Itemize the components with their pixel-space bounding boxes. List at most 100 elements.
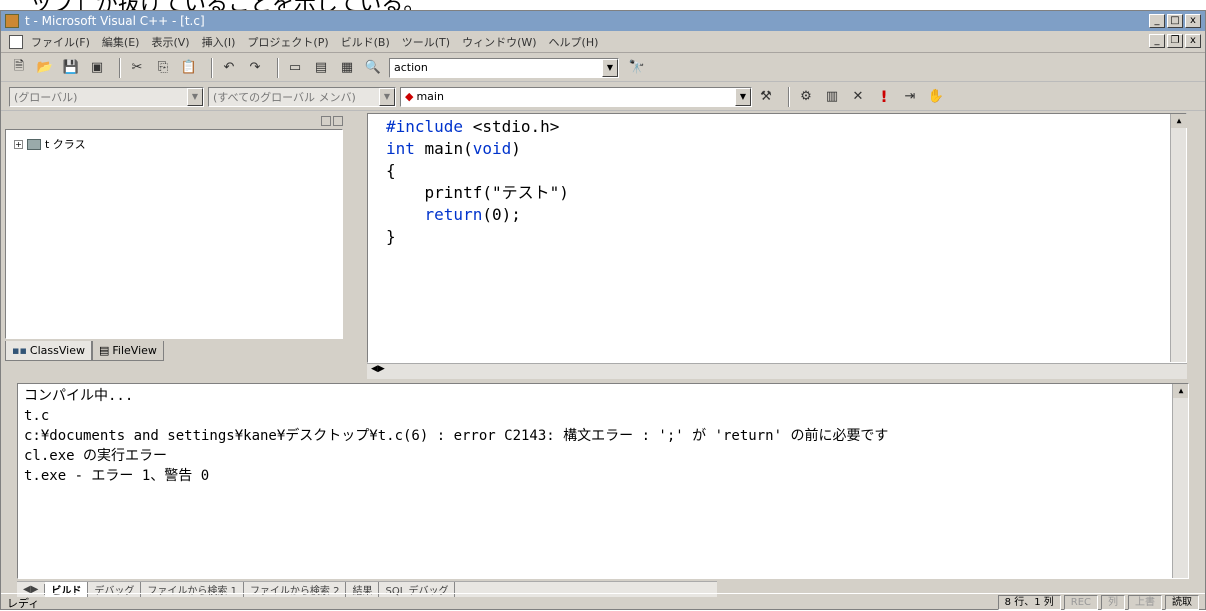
classview-icon: ▪▪	[12, 344, 27, 357]
undo-icon[interactable]: ↶	[219, 58, 239, 78]
status-bar: レディ 8 行、1 列 REC 列 上書 読取	[1, 593, 1205, 611]
code-token-void: void	[472, 139, 512, 158]
code-line: printf("テスト")	[386, 183, 569, 202]
code-line: }	[386, 227, 396, 246]
stop-build-icon[interactable]: ✕	[848, 87, 868, 107]
find-combo[interactable]: action ▼	[389, 57, 619, 78]
build-icon[interactable]: ▥	[822, 87, 842, 107]
chevron-down-icon[interactable]: ▼	[187, 87, 203, 106]
minimize-button[interactable]: _	[1149, 14, 1165, 28]
save-all-icon[interactable]: ▣	[87, 58, 107, 78]
find-in-files-icon[interactable]: 🔍	[363, 58, 383, 78]
function-icon: ◆	[405, 90, 414, 103]
editor-vertical-scrollbar[interactable]: ▲	[1170, 114, 1187, 362]
tab-classview-label: ClassView	[29, 344, 85, 357]
tab-classview[interactable]: ▪▪ ClassView	[5, 341, 92, 361]
maximize-button[interactable]: □	[1167, 14, 1183, 28]
window-list-icon[interactable]: ▦	[337, 58, 357, 78]
toolbar-separator	[119, 57, 121, 78]
classes-icon	[27, 138, 41, 150]
close-button[interactable]: x	[1185, 14, 1201, 28]
code-token-int: int	[386, 139, 415, 158]
menu-window[interactable]: ウィンドウ(W)	[462, 34, 536, 50]
redo-icon[interactable]: ↷	[245, 58, 265, 78]
tab-fileview-label: FileView	[112, 344, 157, 357]
compile-icon[interactable]: ⚙	[796, 87, 816, 107]
find-icon[interactable]: 🔭	[627, 58, 647, 78]
tab-fileview[interactable]: ▤ FileView	[91, 341, 164, 361]
output-line: コンパイル中...	[24, 388, 134, 404]
pane-close-icon[interactable]	[333, 116, 343, 126]
window-title: t - Microsoft Visual C++ - [t.c]	[25, 14, 205, 28]
scroll-up-icon[interactable]: ▲	[1171, 114, 1187, 128]
code-line: int main(void)	[386, 139, 521, 158]
document-icon[interactable]	[9, 34, 23, 49]
status-rec: REC	[1063, 595, 1098, 610]
chevron-down-icon[interactable]: ▼	[602, 58, 618, 77]
expand-icon[interactable]: +	[14, 139, 23, 149]
cut-icon[interactable]: ✂	[127, 58, 147, 78]
status-col: 列	[1101, 595, 1125, 610]
code-line: return(0);	[424, 205, 521, 224]
class-tree[interactable]: + t クラス	[5, 129, 343, 339]
code-token-return: return	[424, 205, 483, 224]
find-combo-value: action	[394, 61, 428, 74]
execute-icon[interactable]: !	[874, 87, 894, 107]
status-position: 8 行、1 列	[997, 595, 1061, 610]
workspace-icon[interactable]: ▭	[285, 58, 305, 78]
chevron-down-icon[interactable]: ▼	[735, 87, 751, 106]
new-file-icon[interactable]: 🗎	[9, 58, 29, 78]
toolbar-separator	[211, 57, 213, 78]
wizard-action-icon[interactable]: ⚒	[756, 87, 776, 107]
menu-build[interactable]: ビルド(B)	[341, 34, 390, 50]
menu-project[interactable]: プロジェクト(P)	[247, 34, 328, 50]
toolbar-separator	[277, 57, 279, 78]
output-vertical-scrollbar[interactable]: ▲	[1172, 384, 1188, 578]
title-bar: t - Microsoft Visual C++ - [t.c] _ □ x	[1, 11, 1205, 31]
tree-item-root[interactable]: + t クラス	[14, 136, 334, 152]
code-editor[interactable]: #include <stdio.h> int main(void) { prin…	[367, 113, 1187, 363]
toolbar-separator	[788, 86, 790, 107]
paste-icon[interactable]: 📋	[179, 58, 199, 78]
scope-combo[interactable]: (グローバル) ▼	[9, 86, 204, 107]
code-line: {	[386, 161, 396, 180]
function-combo-value: main	[416, 90, 444, 103]
doc-close-button[interactable]: x	[1185, 34, 1201, 48]
menu-tools[interactable]: ツール(T)	[402, 34, 450, 50]
pane-restore-icon[interactable]	[321, 116, 331, 126]
output-window[interactable]: コンパイル中... t.c c:¥documents and settings¥…	[17, 383, 1189, 579]
menu-file[interactable]: ファイル(F)	[31, 34, 90, 50]
editor-horizontal-scrollbar[interactable]: ◀▶	[367, 363, 1187, 379]
output-grip[interactable]	[3, 383, 15, 423]
menu-bar: ファイル(F) 編集(E) 表示(V) 挿入(I) プロジェクト(P) ビルド(…	[1, 31, 1205, 53]
copy-icon[interactable]: ⎘	[153, 58, 173, 78]
open-folder-icon[interactable]: 📂	[35, 58, 55, 78]
output-line: c:¥documents and settings¥kane¥デスクトップ¥t.…	[24, 428, 889, 444]
output-window-icon[interactable]: ▤	[311, 58, 331, 78]
doc-restore-button[interactable]: ❐	[1167, 34, 1183, 48]
menu-edit[interactable]: 編集(E)	[102, 34, 140, 50]
scroll-up-icon[interactable]: ▲	[1173, 384, 1188, 398]
go-icon[interactable]: ⇥	[900, 87, 920, 107]
breakpoint-icon[interactable]: ✋	[926, 87, 946, 107]
doc-minimize-button[interactable]: _	[1149, 34, 1165, 48]
save-icon[interactable]: 💾	[61, 58, 81, 78]
code-line: #include <stdio.h>	[386, 116, 1186, 138]
scope-combo-value: (グローバル)	[14, 90, 78, 104]
wizard-toolbar: (グローバル) ▼ (すべてのグローバル メンバ) ▼ ◆ main ▼ ⚒ ⚙…	[1, 83, 1205, 111]
function-combo[interactable]: ◆ main ▼	[400, 86, 752, 107]
members-combo[interactable]: (すべてのグローバル メンバ) ▼	[208, 86, 396, 107]
standard-toolbar: 🗎 📂 💾 ▣ ✂ ⎘ 📋 ↶ ↷ ▭ ▤ ▦ 🔍 action ▼ 🔭	[1, 54, 1205, 82]
status-ovr: 上書	[1128, 595, 1162, 610]
menu-help[interactable]: ヘルプ(H)	[549, 34, 599, 50]
members-combo-value: (すべてのグローバル メンバ)	[213, 90, 356, 104]
menu-insert[interactable]: 挿入(I)	[202, 34, 236, 50]
output-line: t.c	[24, 408, 50, 424]
caption-text: ッフ」が抜けていることを示している。	[30, 0, 425, 10]
output-line: cl.exe の実行エラー	[24, 448, 168, 464]
chevron-down-icon[interactable]: ▼	[379, 87, 395, 106]
output-line: t.exe - エラー 1、警告 0	[24, 468, 210, 484]
menu-view[interactable]: 表示(V)	[151, 34, 189, 50]
app-icon[interactable]	[5, 14, 19, 28]
top-caption: ッフ」が抜けていることを示している。	[0, 0, 1206, 10]
